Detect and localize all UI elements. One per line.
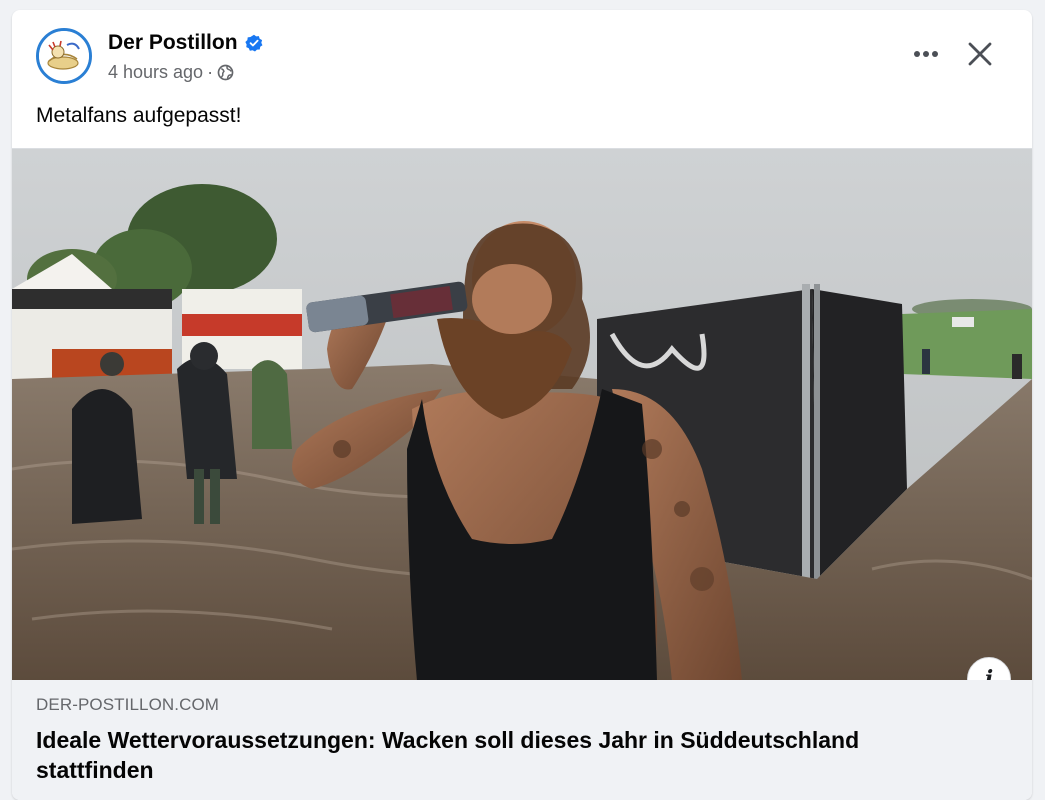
festival-mud-photo (12, 149, 1032, 681)
postillon-logo-icon (39, 31, 89, 81)
post-meta: 4 hours ago · (108, 62, 234, 83)
close-button[interactable] (960, 34, 1000, 74)
post-header: Der Postillon 4 hours ago · (12, 10, 1032, 100)
post-timestamp[interactable]: 4 hours ago (108, 62, 203, 83)
meta-separator: · (207, 62, 214, 82)
page-name[interactable]: Der Postillon (108, 31, 238, 55)
link-preview[interactable]: DER-POSTILLON.COM Ideale Wettervorausset… (12, 680, 1032, 800)
feed-post: Der Postillon 4 hours ago · Metalfans au… (12, 10, 1032, 800)
verified-badge-icon (244, 34, 262, 52)
globe-icon (217, 64, 234, 81)
close-icon (968, 42, 992, 66)
page-avatar[interactable] (36, 28, 92, 84)
post-message: Metalfans aufgepasst! (36, 104, 242, 127)
post-photo[interactable] (12, 148, 1032, 681)
page-name-row: Der Postillon (108, 30, 263, 56)
link-domain: DER-POSTILLON.COM (36, 695, 220, 714)
more-options-icon (914, 51, 938, 57)
more-options-button[interactable] (906, 34, 946, 74)
link-title[interactable]: Ideale Wettervoraussetzungen: Wacken sol… (36, 725, 936, 785)
